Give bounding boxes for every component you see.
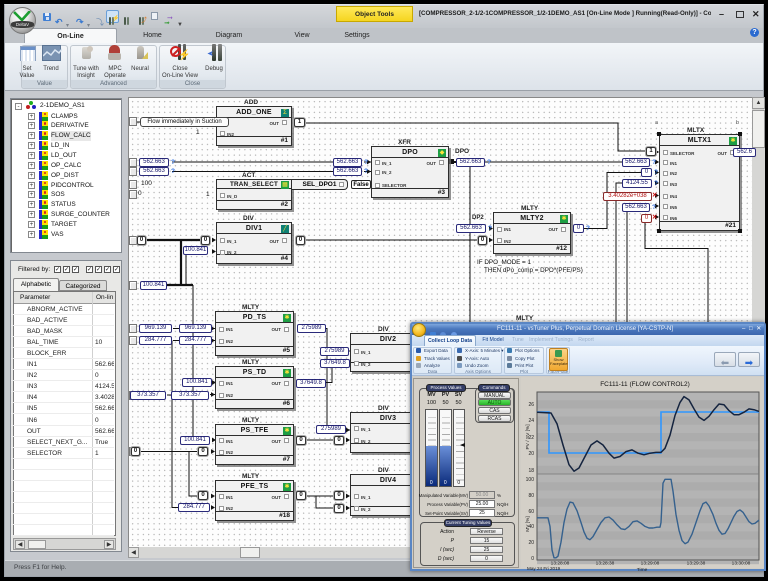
svg-text:13:28:38: 13:28:38 — [596, 561, 615, 567]
svg-text:24: 24 — [528, 418, 534, 424]
svg-text:100: 100 — [526, 477, 535, 483]
svg-text:May 24 Fri 2019: May 24 Fri 2019 — [527, 566, 561, 571]
svg-text:Time: Time — [637, 567, 648, 573]
svg-text:20: 20 — [528, 451, 534, 457]
svg-text:13:29:08: 13:29:08 — [641, 561, 660, 567]
svg-text:20: 20 — [528, 540, 534, 546]
svg-text:13:29:38: 13:29:38 — [687, 561, 706, 567]
svg-text:18: 18 — [528, 468, 534, 474]
svg-text:60: 60 — [528, 509, 534, 515]
svg-text:26: 26 — [528, 402, 534, 408]
svg-text:13:30:08: 13:30:08 — [732, 561, 751, 567]
svg-text:MV [%]: MV [%] — [525, 516, 531, 531]
svg-text:0: 0 — [531, 556, 534, 562]
svg-text:PV / SV [%]: PV / SV [%] — [525, 424, 531, 449]
svg-text:80: 80 — [528, 493, 534, 499]
